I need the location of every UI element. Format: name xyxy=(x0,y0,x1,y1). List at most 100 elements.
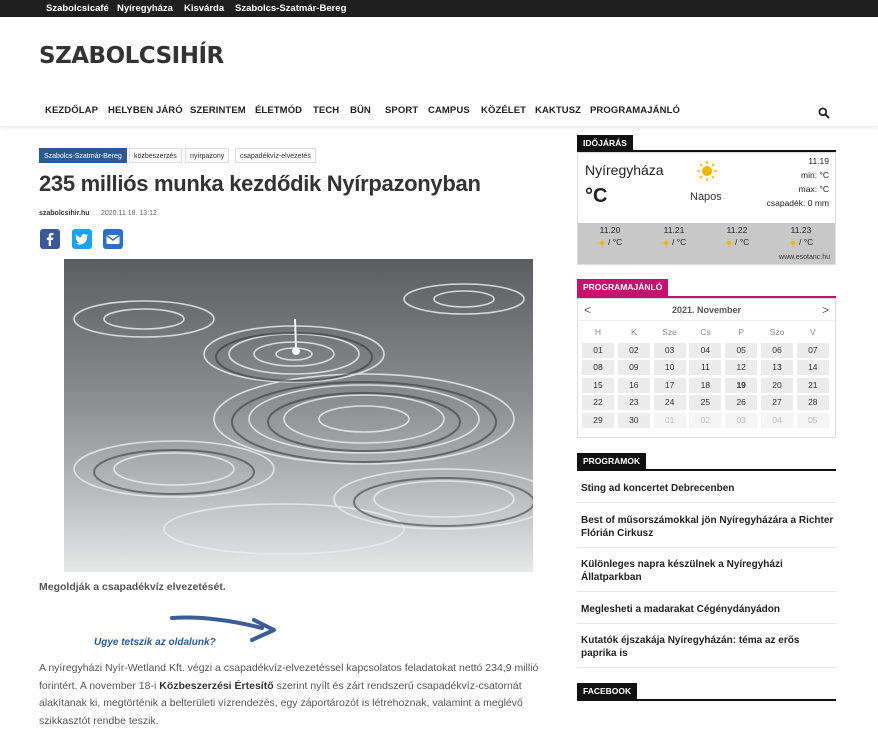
nav-item-campus[interactable]: CAMPUS xyxy=(428,105,470,116)
weather-city: Nyíregyháza xyxy=(585,162,664,178)
program-divider xyxy=(577,547,836,548)
calendar-weekday: Cs xyxy=(700,327,711,337)
calendar-day[interactable]: 15 xyxy=(582,377,614,393)
program-item[interactable]: Sting ad koncertet Debrecenben xyxy=(581,482,836,495)
weather-rain: csapadék: 0 mm xyxy=(766,198,829,208)
calendar-day[interactable]: 29 xyxy=(582,413,614,428)
weather-date: 11.19 xyxy=(808,156,829,166)
program-divider xyxy=(577,623,836,624)
twitter-share-button[interactable] xyxy=(72,229,92,249)
tag-kozbeszerzes[interactable]: közbeszerzés xyxy=(129,148,182,163)
nav-item-programajanlo[interactable]: PROGRAMAJÁNLÓ xyxy=(590,105,680,116)
tag-nyirpazony[interactable]: nyírpazony xyxy=(185,148,230,163)
nav-item-szerintem[interactable]: SZERINTEM xyxy=(190,105,246,116)
program-item[interactable]: Best of műsorszámokkal jön Nyíregyházára… xyxy=(581,514,836,540)
calendar-weekday: V xyxy=(809,327,816,337)
topbar-link-szabolcsicafe[interactable]: Szabolcsicafé xyxy=(46,3,109,14)
weather-temp: °C xyxy=(585,185,608,207)
site-logo[interactable]: SZABOLCSIHÍR xyxy=(39,43,224,69)
calendar-month: 2021. November xyxy=(671,305,742,315)
calendar-day[interactable]: 20 xyxy=(761,377,793,393)
calendar-day[interactable]: 28 xyxy=(796,395,829,411)
nav-item-helyben-jaro[interactable]: HELYBEN JÁRÓ xyxy=(108,105,183,116)
facebook-rule xyxy=(577,699,836,701)
calendar-day[interactable]: 17 xyxy=(653,377,686,393)
calendar-day-other-month: 03 xyxy=(725,413,758,428)
calendar-weekday: K xyxy=(630,327,637,337)
topbar-link-nyiregyhaza[interactable]: Nyíregyháza xyxy=(117,3,173,14)
calendar-day[interactable]: 10 xyxy=(653,360,686,376)
calendar-day-other-month: 04 xyxy=(761,413,793,428)
calendar-day[interactable]: 07 xyxy=(796,342,829,358)
email-share-button[interactable] xyxy=(103,229,123,249)
programs-rule xyxy=(577,469,836,471)
program-item[interactable]: Különleges napra készülnek a Nyíregyházi… xyxy=(581,558,836,584)
weather-forecast: 11.20 / °C 11.21 / °C 11.22 / °C 11.23 /… xyxy=(578,223,835,264)
calendar-day[interactable]: 18 xyxy=(689,377,722,393)
article-date: 2020.11.18. 13:12 xyxy=(101,210,157,217)
topbar-link-szabolcs-szatmar-bereg[interactable]: Szabolcs-Szatmár-Bereg xyxy=(235,3,346,14)
weather-condition: Napos xyxy=(690,191,722,203)
calendar-day-other-month: 02 xyxy=(689,413,722,428)
weather-widget[interactable]: Nyíregyháza °C Napos 11.19 min: °C max: … xyxy=(577,152,836,265)
article-author[interactable]: szabolcsihir.hu xyxy=(39,210,90,217)
calendar-day[interactable]: 03 xyxy=(653,342,686,358)
calendar-day[interactable]: 01 xyxy=(582,342,614,358)
calendar-day[interactable]: 13 xyxy=(761,360,793,376)
program-divider xyxy=(577,502,836,503)
calendar-day[interactable]: 16 xyxy=(617,377,650,393)
calendar-day[interactable]: 08 xyxy=(582,360,614,376)
calendar-day[interactable]: 11 xyxy=(689,360,722,376)
article-body: A nyíregyházi Nyír-Wetland Kft. végzi a … xyxy=(39,662,539,727)
nav-item-bun[interactable]: BŰN xyxy=(350,105,371,116)
tag-csapadekviz-elvezetes[interactable]: csapadékvíz-elvezetés xyxy=(235,148,316,163)
sun-icon xyxy=(724,238,733,247)
sun-icon xyxy=(661,238,670,247)
calendar-day[interactable]: 30 xyxy=(617,413,650,428)
calendar-day[interactable]: 04 xyxy=(689,342,722,358)
search-icon[interactable] xyxy=(818,106,830,119)
program-item[interactable]: Kutatók éjszakája Nyíregyházán: téma az … xyxy=(581,634,836,660)
calendar-weekday: Szo xyxy=(769,327,785,337)
calendar-day[interactable]: 12 xyxy=(725,360,758,376)
calendar-day[interactable]: 23 xyxy=(617,395,650,411)
calendar-day[interactable]: 24 xyxy=(653,395,686,411)
weather-max: max: °C xyxy=(798,184,829,194)
calendar-day[interactable]: 25 xyxy=(689,395,722,411)
weather-source-link[interactable]: www.esotanc.hu xyxy=(779,254,830,261)
nav-item-kozelet[interactable]: KÖZÉLET xyxy=(481,105,526,116)
event-calendar: < 2021. November > H K Sze Cs P Szo V 01 02 03 04 0… xyxy=(577,298,836,438)
twitter-icon xyxy=(75,233,88,245)
calendar-day[interactable]: 22 xyxy=(582,395,614,411)
calendar-weekday: H xyxy=(594,327,602,337)
calendar-day[interactable]: 21 xyxy=(796,377,829,393)
calendar-day[interactable]: 02 xyxy=(617,342,650,358)
calendar-day[interactable]: 05 xyxy=(725,342,758,358)
programs-label: PROGRAMOK xyxy=(577,453,647,470)
top-bar: Szabolcsicafé Nyíregyháza Kisvárda Szabo… xyxy=(0,0,878,17)
program-item[interactable]: Meglesheti a madarakat Cégénydányádon xyxy=(581,603,836,616)
nav-item-kaktusz[interactable]: KAKTUSZ xyxy=(535,105,581,116)
nav-item-sport[interactable]: SPORT xyxy=(385,105,418,116)
calendar-next-button[interactable]: > xyxy=(822,303,829,317)
photo-caption: Megoldják a csapadékvíz elvezetését. xyxy=(39,581,226,593)
calendar-day[interactable]: 19 xyxy=(725,377,758,393)
sun-icon xyxy=(788,238,797,247)
calendar-day[interactable]: 06 xyxy=(761,342,793,358)
article-title: 235 milliós munka kezdődik Nyírpazonyban xyxy=(39,171,481,196)
promo-text[interactable]: Ugye tetszik az oldalunk? xyxy=(94,637,216,648)
forecast-day: 11.23 / °C xyxy=(788,225,814,247)
facebook-share-button[interactable] xyxy=(40,229,60,249)
weather-min: min: °C xyxy=(801,170,829,180)
topbar-link-kisvarda[interactable]: Kisvárda xyxy=(184,3,224,14)
article-link-kozbeszerzesi-ertesito[interactable]: Közbeszerzési Értesítő xyxy=(159,680,273,692)
calendar-day[interactable]: 26 xyxy=(725,395,758,411)
calendar-day[interactable]: 09 xyxy=(617,360,650,376)
calendar-day[interactable]: 14 xyxy=(796,360,829,376)
tag-szabolcs-szatmar-bereg[interactable]: Szabolcs-Szatmár-Bereg xyxy=(39,148,127,163)
calendar-header: < 2021. November > xyxy=(578,299,835,321)
calendar-day[interactable]: 27 xyxy=(761,395,793,411)
nav-item-tech[interactable]: TECH xyxy=(313,105,339,116)
nav-item-eletmod[interactable]: ÉLETMÓD xyxy=(255,105,302,116)
nav-item-kezdolap[interactable]: KEZDŐLAP xyxy=(45,105,98,116)
